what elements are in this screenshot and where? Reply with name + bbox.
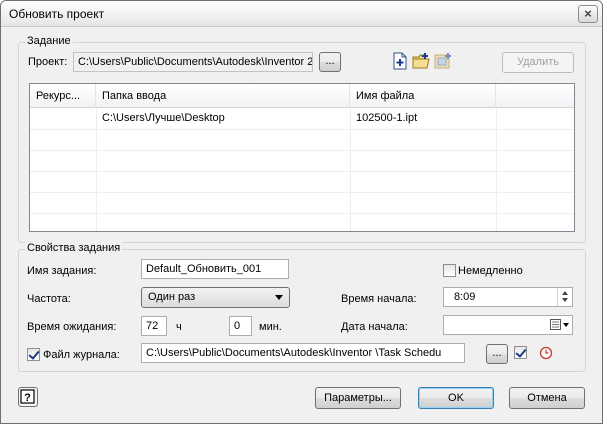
chevron-down-icon <box>275 295 283 300</box>
spin-down-icon <box>562 298 568 302</box>
wait-time-label: Время ожидания: <box>27 321 117 333</box>
row-divider <box>30 150 574 151</box>
add-folder-icon <box>412 53 430 69</box>
task-properties-title: Свойства задания <box>25 242 123 254</box>
start-date-picker[interactable] <box>443 315 573 335</box>
project-label: Проект: <box>28 56 68 68</box>
add-file-icon <box>393 52 407 70</box>
add-project-button[interactable] <box>434 52 452 70</box>
start-time-label: Время начала: <box>341 293 417 305</box>
project-field[interactable]: C:\Users\Public\Documents\Autodesk\Inven… <box>73 52 313 72</box>
log-file-label[interactable]: Файл журнала: <box>43 349 120 361</box>
task-files-table[interactable]: Рекурс... Папка ввода Имя файла C:\Users… <box>29 83 575 232</box>
wait-hours-input[interactable]: 72 <box>141 316 167 336</box>
ok-button[interactable]: OK <box>418 387 494 409</box>
task-name-input[interactable]: Default_Обновить_001 <box>141 259 289 279</box>
update-project-dialog: Обновить проект × Задание Проект: C:\Use… <box>0 0 603 424</box>
cell-file-name: 102500-1.ipt <box>356 112 418 124</box>
spin-up-icon <box>562 291 568 295</box>
column-header-recursive[interactable]: Рекурс... <box>30 84 96 108</box>
close-icon: × <box>584 6 592 21</box>
log-file-browse-button[interactable]: ... <box>486 344 508 364</box>
log-option-checkbox[interactable] <box>514 346 527 359</box>
minutes-unit: мин. <box>259 321 282 333</box>
start-time-value: 8:09 <box>454 291 476 303</box>
add-file-button[interactable] <box>391 52 409 70</box>
start-date-label: Дата начала: <box>341 321 408 333</box>
delete-button[interactable]: Удалить <box>502 52 574 73</box>
column-header-empty <box>496 84 574 108</box>
cell-recursive <box>30 108 96 129</box>
task-group-title: Задание <box>25 35 73 47</box>
start-time-spinner[interactable] <box>557 288 572 306</box>
hours-unit: ч <box>176 321 182 333</box>
row-divider <box>30 171 574 172</box>
svg-text:?: ? <box>24 392 31 404</box>
row-divider <box>30 192 574 193</box>
column-header-input-folder[interactable]: Папка ввода <box>96 84 350 108</box>
frequency-label: Частота: <box>27 293 71 305</box>
project-browse-button[interactable]: ... <box>319 52 341 72</box>
log-file-checkbox[interactable] <box>27 348 40 361</box>
options-button[interactable]: Параметры... <box>315 387 401 409</box>
task-name-label: Имя задания: <box>27 265 97 277</box>
immediately-label[interactable]: Немедленно <box>458 265 523 277</box>
wait-minutes-input[interactable]: 0 <box>229 316 252 336</box>
add-folder-button[interactable] <box>412 52 430 70</box>
log-file-input[interactable]: C:\Users\Public\Documents\Autodesk\Inven… <box>141 343 465 363</box>
help-button[interactable]: ? <box>18 387 38 407</box>
window-title: Обновить проект <box>9 7 105 21</box>
immediately-checkbox[interactable] <box>443 264 456 277</box>
title-bar[interactable]: Обновить проект × <box>1 1 602 27</box>
add-project-icon <box>434 53 451 69</box>
column-header-file-name[interactable]: Имя файла <box>350 84 496 108</box>
close-button[interactable]: × <box>578 5 598 23</box>
cancel-button[interactable]: Отмена <box>509 387 585 409</box>
calendar-icon <box>550 319 569 330</box>
row-divider <box>30 213 574 214</box>
frequency-select[interactable]: Один раз <box>141 287 290 308</box>
help-icon: ? <box>20 389 35 404</box>
cell-input-folder: C:\Users\Лучше\Desktop <box>102 112 225 124</box>
row-divider <box>30 129 574 130</box>
clock-icon[interactable] <box>539 346 553 360</box>
start-time-input[interactable]: 8:09 <box>443 287 573 307</box>
table-header: Рекурс... Папка ввода Имя файла <box>30 84 574 108</box>
frequency-value: Один раз <box>148 291 196 303</box>
